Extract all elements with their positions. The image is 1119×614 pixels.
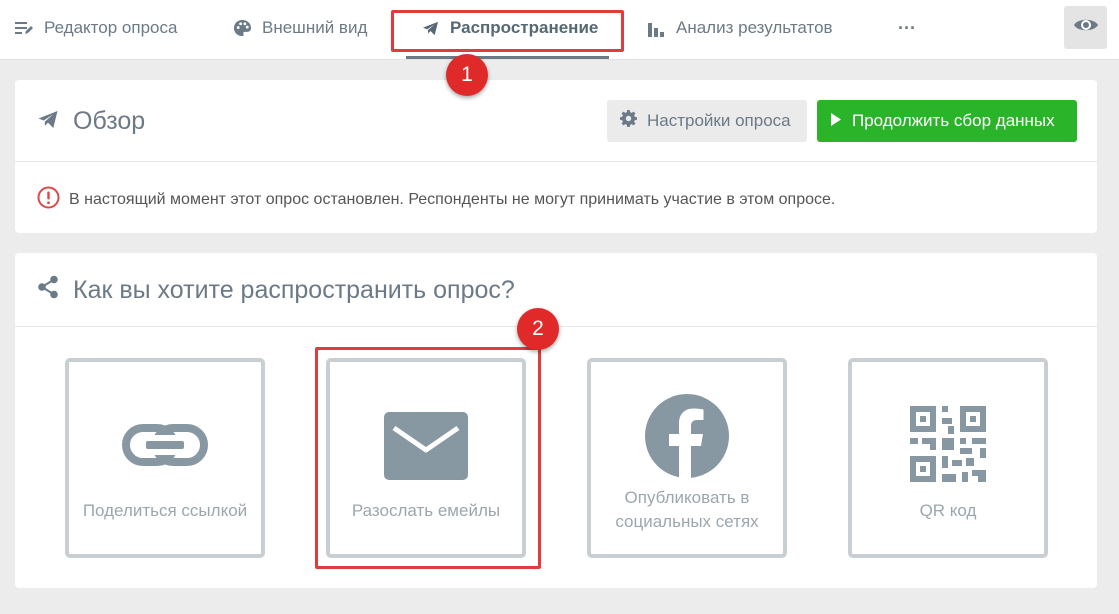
- alert-circle-icon: [37, 186, 60, 214]
- continue-collecting-button[interactable]: Продолжить сбор данных: [817, 100, 1077, 142]
- share-title-text: Как вы хотите распространить опрос?: [73, 275, 515, 304]
- link-icon: [69, 424, 261, 466]
- card-label: Опубликовать в социальных сетях: [615, 488, 759, 531]
- tab-results-analysis[interactable]: Анализ результатов: [646, 0, 833, 56]
- qr-code-card[interactable]: QR код: [848, 358, 1048, 558]
- card-label: QR код: [919, 501, 977, 520]
- social-networks-card[interactable]: Опубликовать в социальных сетях: [587, 358, 787, 558]
- tab-label: Редактор опроса: [44, 18, 178, 37]
- tab-label: Анализ результатов: [676, 18, 833, 37]
- play-icon: [830, 111, 842, 131]
- edit-list-icon: [14, 18, 34, 38]
- share-panel: Как вы хотите распространить опрос? Поде…: [15, 253, 1097, 588]
- survey-settings-button[interactable]: Настройки опроса: [607, 100, 807, 142]
- preview-button[interactable]: [1064, 6, 1107, 49]
- step-badge-1: 1: [446, 54, 488, 96]
- palette-icon: [232, 18, 252, 38]
- active-tab-indicator: [406, 56, 609, 59]
- more-dots-icon: ···: [898, 17, 916, 38]
- gear-icon: [620, 110, 637, 132]
- highlight-send-emails: [315, 347, 541, 569]
- continue-collecting-label: Продолжить сбор данных: [852, 111, 1055, 130]
- overview-title-text: Обзор: [73, 106, 146, 135]
- tab-label: Внешний вид: [262, 18, 368, 37]
- share-icon: [37, 275, 59, 306]
- survey-stopped-notice: В настоящий момент этот опрос остановлен…: [37, 186, 835, 214]
- qr-code-icon: [852, 406, 1044, 482]
- bar-chart-icon: [646, 18, 666, 38]
- overview-header: Обзор Настройки опроса Продолжить сбор д…: [15, 80, 1097, 162]
- step-badge-2: 2: [517, 308, 559, 350]
- tab-survey-editor[interactable]: Редактор опроса: [14, 0, 177, 56]
- card-label: Поделиться ссылкой: [82, 501, 248, 520]
- eye-icon: [1073, 16, 1099, 39]
- notice-text: В настоящий момент этот опрос остановлен…: [69, 191, 836, 208]
- survey-settings-label: Настройки опроса: [647, 111, 791, 130]
- share-link-card[interactable]: Поделиться ссылкой: [65, 358, 265, 558]
- more-menu-button[interactable]: ···: [898, 0, 916, 56]
- paper-plane-icon: [37, 107, 59, 136]
- overview-panel: Обзор Настройки опроса Продолжить сбор д…: [15, 80, 1097, 233]
- highlight-distribution-tab: [391, 10, 624, 52]
- share-title: Как вы хотите распространить опрос?: [37, 253, 515, 327]
- tab-appearance[interactable]: Внешний вид: [232, 0, 367, 56]
- overview-title: Обзор: [37, 80, 145, 162]
- facebook-icon: [591, 394, 783, 478]
- share-header: Как вы хотите распространить опрос?: [15, 253, 1097, 327]
